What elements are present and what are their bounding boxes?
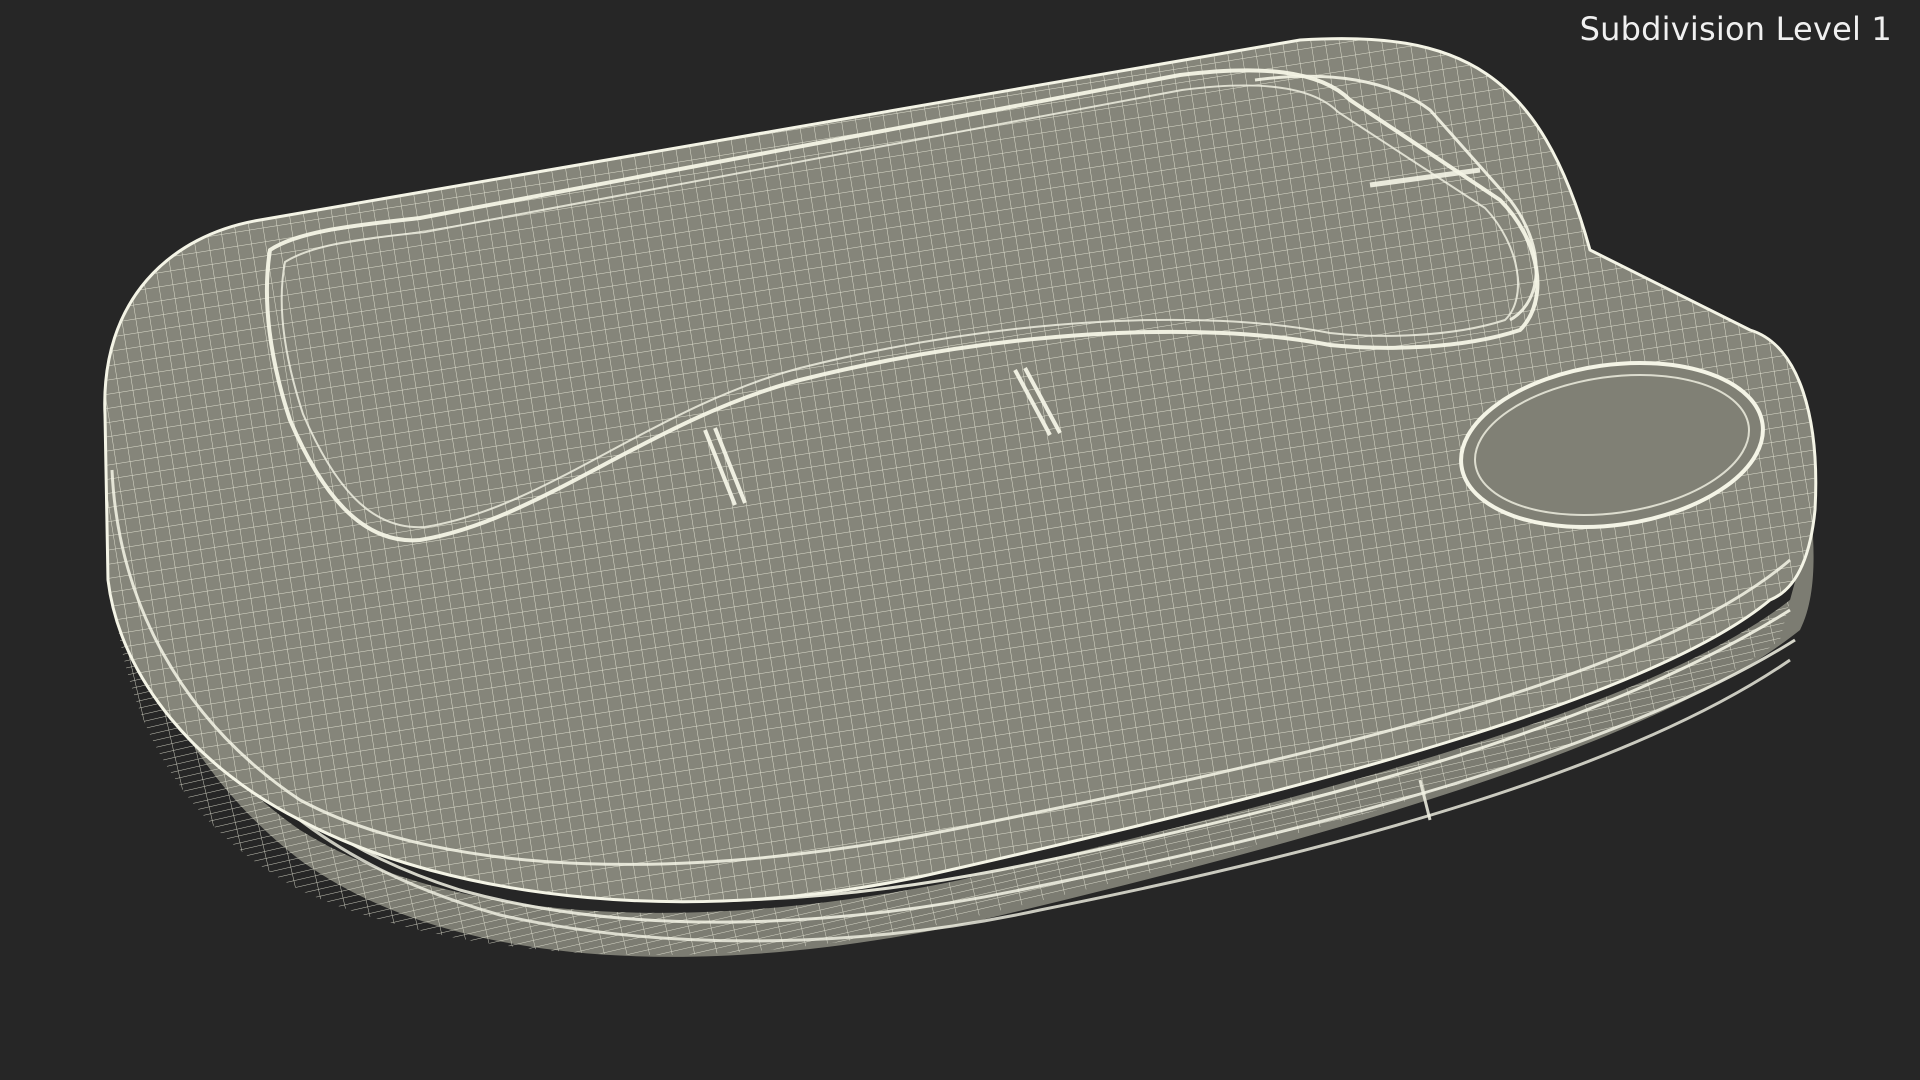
render-viewport: Subdivision Level 1: [0, 0, 1920, 1080]
wireframe-case-mesh: [103, 37, 1818, 957]
subdivision-level-label: Subdivision Level 1: [1579, 10, 1892, 48]
